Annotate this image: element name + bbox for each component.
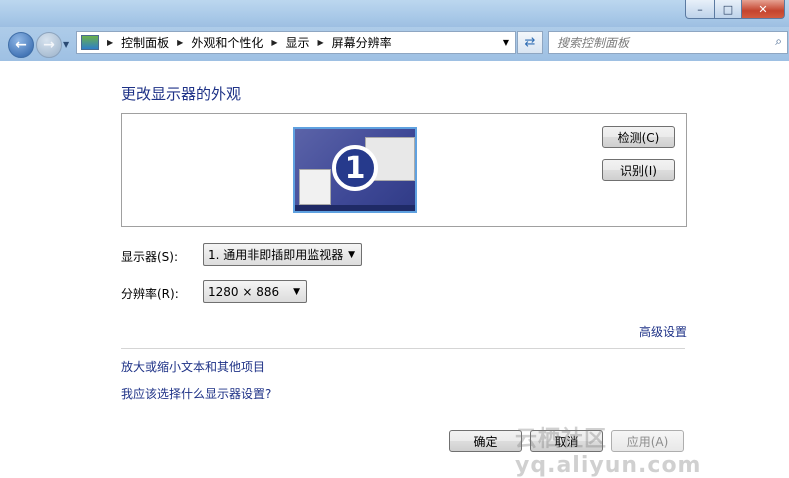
minimize-button[interactable]: – [685, 0, 715, 19]
identify-button[interactable]: 识别(I) [602, 159, 675, 181]
control-panel-icon [81, 35, 99, 50]
display-settings-help-link[interactable]: 我应该选择什么显示器设置? [121, 385, 271, 402]
search-box[interactable]: ⌕ [548, 31, 788, 54]
breadcrumb-screen-resolution[interactable]: 屏幕分辨率 [332, 34, 392, 51]
chevron-right-icon[interactable]: ▶ [107, 38, 113, 47]
display-select-value: 1. 通用非即插即用监视器 [208, 248, 344, 262]
back-arrow-icon: ← [15, 37, 27, 53]
close-button[interactable]: ✕ [742, 0, 785, 19]
breadcrumb-control-panel[interactable]: 控制面板 [121, 34, 169, 51]
preview-window-icon [299, 169, 331, 205]
ok-button[interactable]: 确定 [449, 430, 522, 452]
breadcrumb-appearance[interactable]: 外观和个性化 [191, 34, 263, 51]
chevron-right-icon[interactable]: ▶ [177, 38, 183, 47]
chevron-down-icon: ▼ [348, 249, 355, 260]
resolution-label: 分辨率(R): [121, 287, 179, 301]
main-content: 更改显示器的外观 1 检测(C) 识别(I) 显示器(S): 1. 通用非即插即… [0, 61, 789, 478]
resolution-select[interactable]: 1280 × 886 ▼ [203, 280, 307, 303]
search-icon[interactable]: ⌕ [775, 34, 782, 49]
display-label: 显示器(S): [121, 250, 179, 264]
window-controls: – □ ✕ [685, 0, 785, 19]
watermark: 云栖社区 yq.aliyun.com [515, 427, 702, 478]
chevron-right-icon[interactable]: ▶ [318, 38, 324, 47]
display-select[interactable]: 1. 通用非即插即用监视器 ▼ [203, 243, 362, 266]
maximize-button[interactable]: □ [715, 0, 742, 19]
recent-pages-dropdown-icon[interactable]: ▼ [63, 40, 69, 49]
advanced-settings-link[interactable]: 高级设置 [639, 323, 687, 340]
resolution-select-value: 1280 × 886 [208, 284, 280, 299]
page-title: 更改显示器的外观 [121, 85, 242, 103]
detect-button[interactable]: 检测(C) [602, 126, 675, 148]
breadcrumb-display[interactable]: 显示 [286, 34, 310, 51]
forward-button[interactable]: → [36, 32, 62, 58]
forward-arrow-icon: → [43, 37, 55, 53]
display-preview-area: 1 检测(C) 识别(I) [121, 113, 687, 227]
chevron-down-icon: ▼ [293, 286, 300, 297]
section-divider [121, 348, 685, 349]
window-titlebar: – □ ✕ [0, 0, 789, 27]
text-size-link[interactable]: 放大或缩小文本和其他项目 [121, 358, 265, 375]
chevron-right-icon[interactable]: ▶ [271, 38, 277, 47]
back-button[interactable]: ← [8, 32, 34, 58]
monitor-1-thumbnail[interactable]: 1 [293, 127, 417, 213]
refresh-icon: ⇄ [524, 35, 536, 50]
search-input[interactable] [555, 32, 759, 53]
preview-taskbar [295, 205, 415, 211]
monitor-number-badge: 1 [332, 145, 378, 191]
address-bar[interactable]: ▶ 控制面板 ▶ 外观和个性化 ▶ 显示 ▶ 屏幕分辨率 ▼ [76, 31, 516, 54]
address-dropdown-icon[interactable]: ▼ [503, 38, 509, 47]
refresh-button[interactable]: ⇄ [517, 31, 543, 54]
